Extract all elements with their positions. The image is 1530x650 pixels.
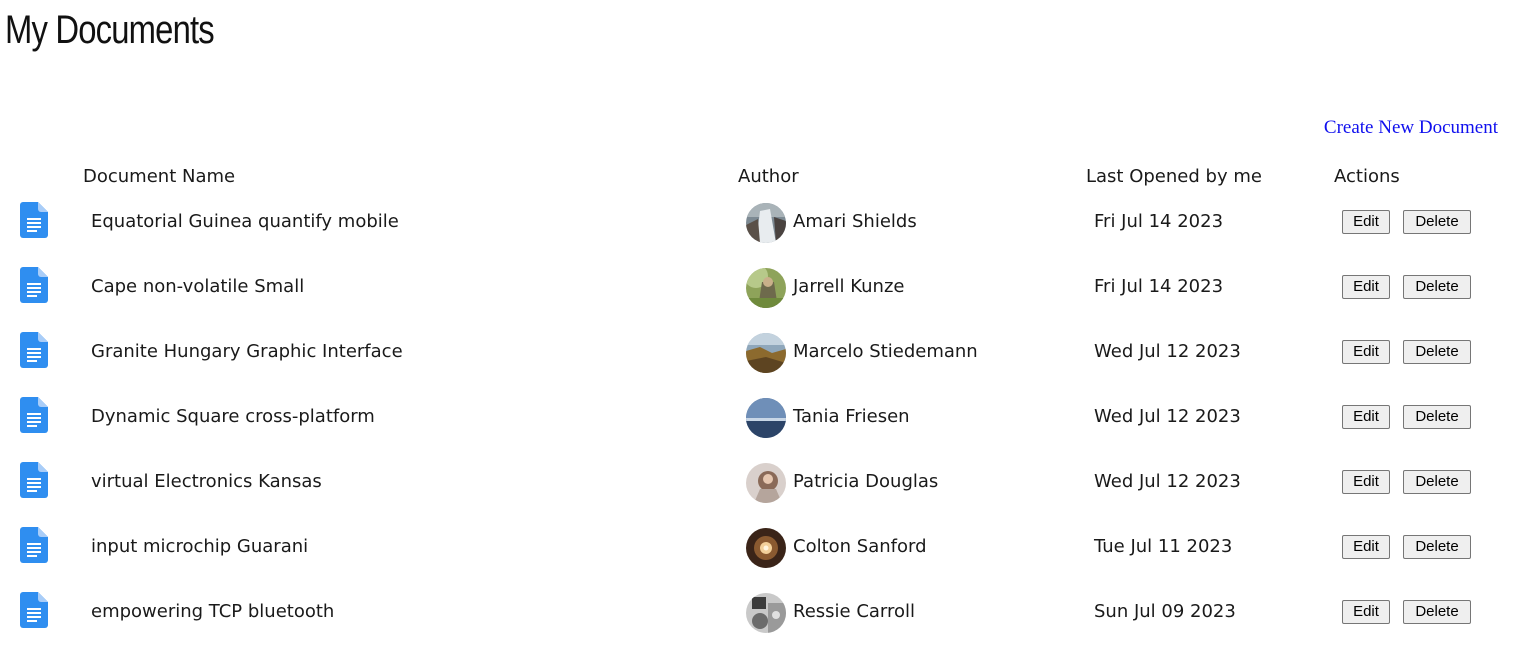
edit-button[interactable]: Edit [1342, 470, 1390, 494]
document-icon [20, 332, 48, 368]
document-icon [20, 592, 48, 628]
author-avatar [746, 398, 786, 438]
last-opened-date: Wed Jul 12 2023 [1094, 341, 1241, 362]
document-name-link[interactable]: Granite Hungary Graphic Interface [91, 341, 403, 362]
document-name-link[interactable]: Cape non-volatile Small [91, 276, 304, 297]
column-header-author: Author [738, 166, 799, 187]
edit-button[interactable]: Edit [1342, 340, 1390, 364]
edit-button[interactable]: Edit [1342, 600, 1390, 624]
document-name-link[interactable]: virtual Electronics Kansas [91, 471, 322, 492]
author-name: Patricia Douglas [793, 471, 939, 492]
last-opened-date: Wed Jul 12 2023 [1094, 471, 1241, 492]
column-header-document-name: Document Name [83, 166, 236, 187]
delete-button[interactable]: Delete [1403, 340, 1471, 364]
create-new-document-link[interactable]: Create New Document [1324, 117, 1498, 139]
last-opened-date: Fri Jul 14 2023 [1094, 276, 1224, 297]
last-opened-date: Tue Jul 11 2023 [1094, 536, 1233, 557]
author-name: Tania Friesen [793, 406, 910, 427]
delete-button[interactable]: Delete [1403, 210, 1471, 234]
delete-button[interactable]: Delete [1403, 535, 1471, 559]
document-list: Equatorial Guinea quantify mobile Amari … [0, 190, 1530, 645]
author-avatar [746, 593, 786, 633]
author-avatar [746, 268, 786, 308]
author-avatar [746, 463, 786, 503]
author-avatar [746, 528, 786, 568]
delete-button[interactable]: Delete [1403, 470, 1471, 494]
table-row: input microchip Guarani Colton Sanford T… [0, 515, 1530, 580]
last-opened-date: Wed Jul 12 2023 [1094, 406, 1241, 427]
delete-button[interactable]: Delete [1403, 275, 1471, 299]
document-name-link[interactable]: input microchip Guarani [91, 536, 308, 557]
author-name: Amari Shields [793, 211, 917, 232]
document-name-link[interactable]: empowering TCP bluetooth [91, 601, 334, 622]
edit-button[interactable]: Edit [1342, 535, 1390, 559]
page-title: My Documents [5, 8, 215, 52]
document-icon [20, 202, 48, 238]
author-name: Ressie Carroll [793, 601, 916, 622]
author-name: Marcelo Stiedemann [793, 341, 978, 362]
document-icon [20, 462, 48, 498]
column-header-actions: Actions [1334, 166, 1400, 187]
document-icon [20, 267, 48, 303]
table-row: empowering TCP bluetooth Ressie Carroll … [0, 580, 1530, 645]
delete-button[interactable]: Delete [1403, 600, 1471, 624]
author-avatar [746, 203, 786, 243]
document-icon [20, 397, 48, 433]
delete-button[interactable]: Delete [1403, 405, 1471, 429]
table-row: Equatorial Guinea quantify mobile Amari … [0, 190, 1530, 255]
last-opened-date: Fri Jul 14 2023 [1094, 211, 1224, 232]
table-row: Dynamic Square cross-platform Tania Frie… [0, 385, 1530, 450]
document-name-link[interactable]: Equatorial Guinea quantify mobile [91, 211, 399, 232]
table-row: Granite Hungary Graphic Interface Marcel… [0, 320, 1530, 385]
author-name: Colton Sanford [793, 536, 927, 557]
table-row: virtual Electronics Kansas Patricia Doug… [0, 450, 1530, 515]
last-opened-date: Sun Jul 09 2023 [1094, 601, 1236, 622]
column-header-last-opened: Last Opened by me [1086, 166, 1262, 187]
author-avatar [746, 333, 786, 373]
table-row: Cape non-volatile Small Jarrell Kunze Fr… [0, 255, 1530, 320]
author-name: Jarrell Kunze [793, 276, 905, 297]
edit-button[interactable]: Edit [1342, 210, 1390, 234]
document-name-link[interactable]: Dynamic Square cross-platform [91, 406, 375, 427]
edit-button[interactable]: Edit [1342, 405, 1390, 429]
edit-button[interactable]: Edit [1342, 275, 1390, 299]
document-icon [20, 527, 48, 563]
